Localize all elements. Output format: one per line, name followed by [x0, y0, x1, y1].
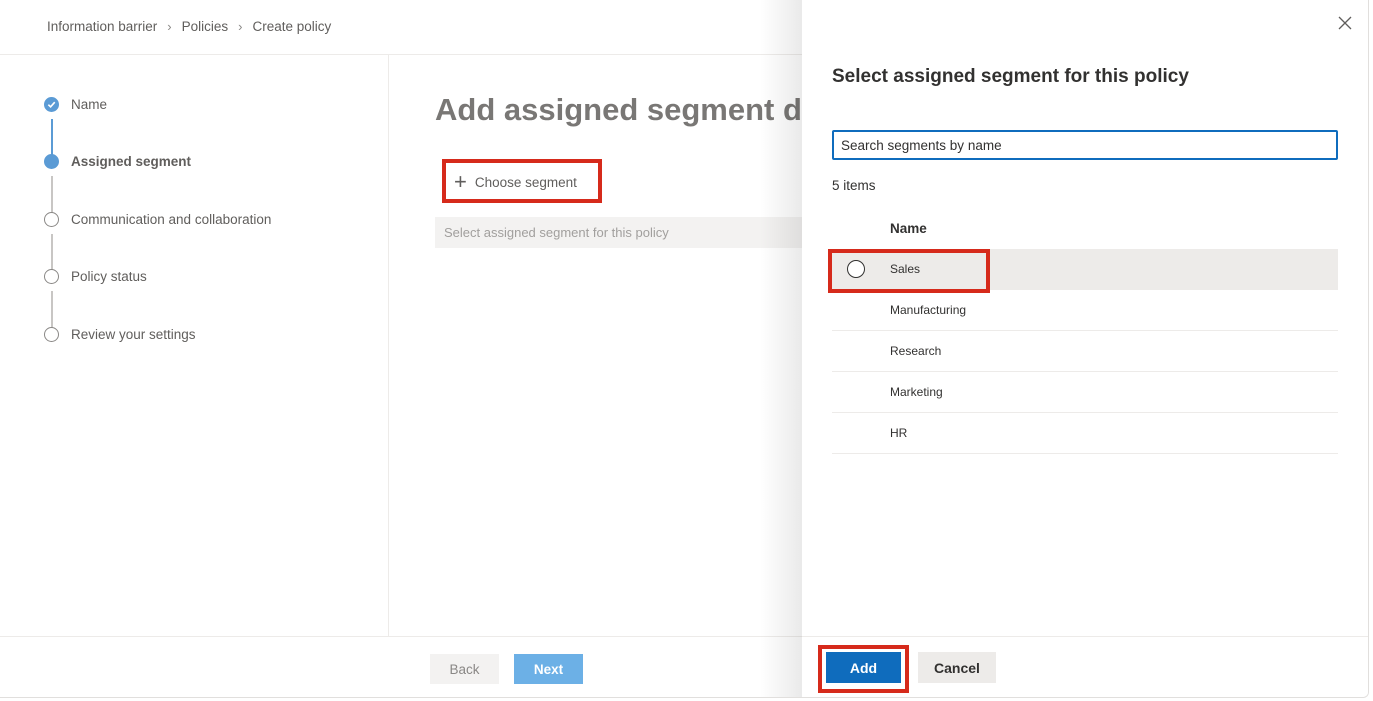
- choose-segment-button[interactable]: + Choose segment: [444, 162, 600, 202]
- segment-name: Marketing: [890, 385, 943, 399]
- step-label: Review your settings: [71, 327, 196, 342]
- choose-segment-label: Choose segment: [474, 174, 577, 190]
- segment-name: Sales: [890, 262, 921, 276]
- assigned-segment-field: Select assigned segment for this policy: [435, 217, 805, 248]
- cancel-button[interactable]: Cancel: [918, 652, 996, 683]
- step-policy-status: Policy status: [44, 269, 147, 284]
- step-review-settings: Review your settings: [44, 327, 196, 342]
- panel-footer-divider: [802, 636, 1368, 637]
- radio-button[interactable]: [847, 260, 865, 278]
- step-pending-dot-icon: [44, 327, 59, 342]
- add-button[interactable]: Add: [826, 652, 901, 683]
- list-item[interactable]: Marketing: [832, 372, 1338, 413]
- list-item[interactable]: Sales: [832, 249, 1338, 290]
- checkmark-icon: [44, 97, 59, 112]
- step-pending-dot-icon: [44, 269, 59, 284]
- step-current-dot-icon: [44, 154, 59, 169]
- back-button[interactable]: Back: [430, 654, 499, 684]
- search-input[interactable]: [832, 130, 1338, 160]
- segment-list: Sales Manufacturing Research Marketing H…: [832, 249, 1338, 454]
- segment-name: Manufacturing: [890, 303, 967, 317]
- breadcrumb: Information barrier › Policies › Create …: [47, 19, 331, 34]
- step-name[interactable]: Name: [44, 97, 107, 112]
- plus-icon: +: [454, 169, 467, 194]
- step-assigned-segment[interactable]: Assigned segment: [44, 154, 191, 169]
- step-label: Communication and collaboration: [71, 212, 272, 227]
- breadcrumb-policies[interactable]: Policies: [182, 19, 229, 34]
- breadcrumb-information-barrier[interactable]: Information barrier: [47, 19, 157, 34]
- list-item[interactable]: Research: [832, 331, 1338, 372]
- segment-name: Research: [890, 344, 942, 358]
- panel-shadow: [760, 0, 805, 697]
- step-label: Policy status: [71, 269, 147, 284]
- list-item[interactable]: Manufacturing: [832, 290, 1338, 331]
- chevron-right-icon: ›: [238, 19, 243, 34]
- wizard-steps: Name Assigned segment Communication and …: [0, 55, 389, 637]
- item-count: 5 items: [832, 178, 876, 193]
- step-pending-dot-icon: [44, 212, 59, 227]
- next-button[interactable]: Next: [514, 654, 583, 684]
- step-communication-and-collaboration: Communication and collaboration: [44, 212, 271, 227]
- step-label: Name: [71, 97, 108, 112]
- create-policy-window: Information barrier › Policies › Create …: [0, 0, 1369, 698]
- breadcrumb-create-policy: Create policy: [252, 19, 332, 34]
- close-icon[interactable]: [1335, 14, 1355, 34]
- step-label: Assigned segment: [71, 154, 192, 169]
- segment-name: HR: [890, 426, 908, 440]
- panel-title: Select assigned segment for this policy: [832, 66, 1189, 87]
- select-segment-panel: Select assigned segment for this policy …: [802, 0, 1368, 697]
- list-item[interactable]: HR: [832, 413, 1338, 454]
- column-header-name[interactable]: Name: [890, 221, 927, 236]
- chevron-right-icon: ›: [167, 19, 172, 34]
